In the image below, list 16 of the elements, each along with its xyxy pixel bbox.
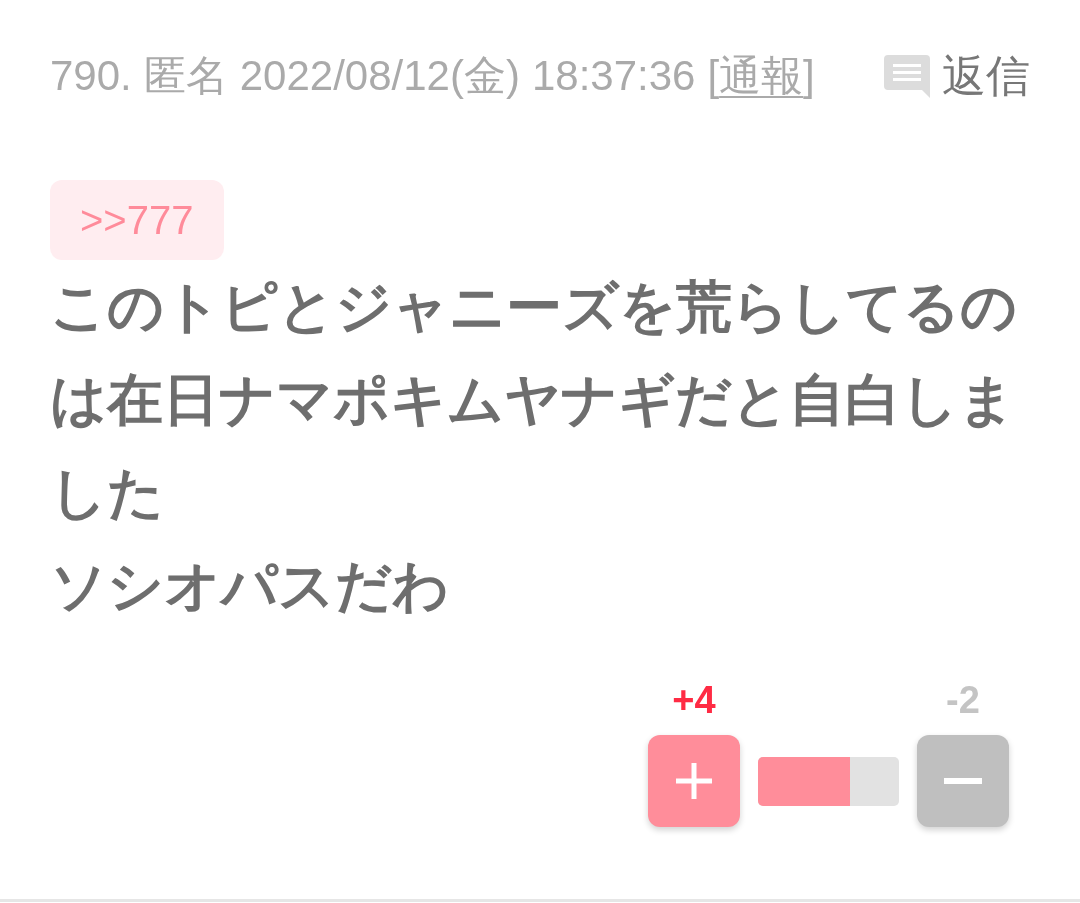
author-name: 匿名 (143, 51, 228, 101)
post-body-paragraph: ソシオパスだわ (50, 553, 450, 619)
upvote-count: +4 (672, 680, 716, 720)
speech-bubble-icon (884, 54, 930, 98)
downvote-button[interactable] (917, 735, 1009, 827)
post-time: 18:37:36 (531, 51, 696, 101)
plus-icon (676, 763, 712, 799)
reply-anchor-link[interactable]: >>777 (50, 180, 225, 260)
post-number: 790. (50, 51, 132, 101)
reply-button[interactable]: 返信 (884, 46, 1030, 106)
upvote-button[interactable] (648, 735, 740, 827)
minus-icon (944, 778, 982, 784)
post-body-paragraph: このトピとジャニーズを荒らしてるのは在日ナマポキムヤナギだと自白しました (50, 274, 1018, 526)
downvote-count: -2 (946, 680, 980, 720)
report-link[interactable]: [通報] (707, 46, 815, 106)
post-date: 2022/08/12(金) (239, 51, 520, 101)
